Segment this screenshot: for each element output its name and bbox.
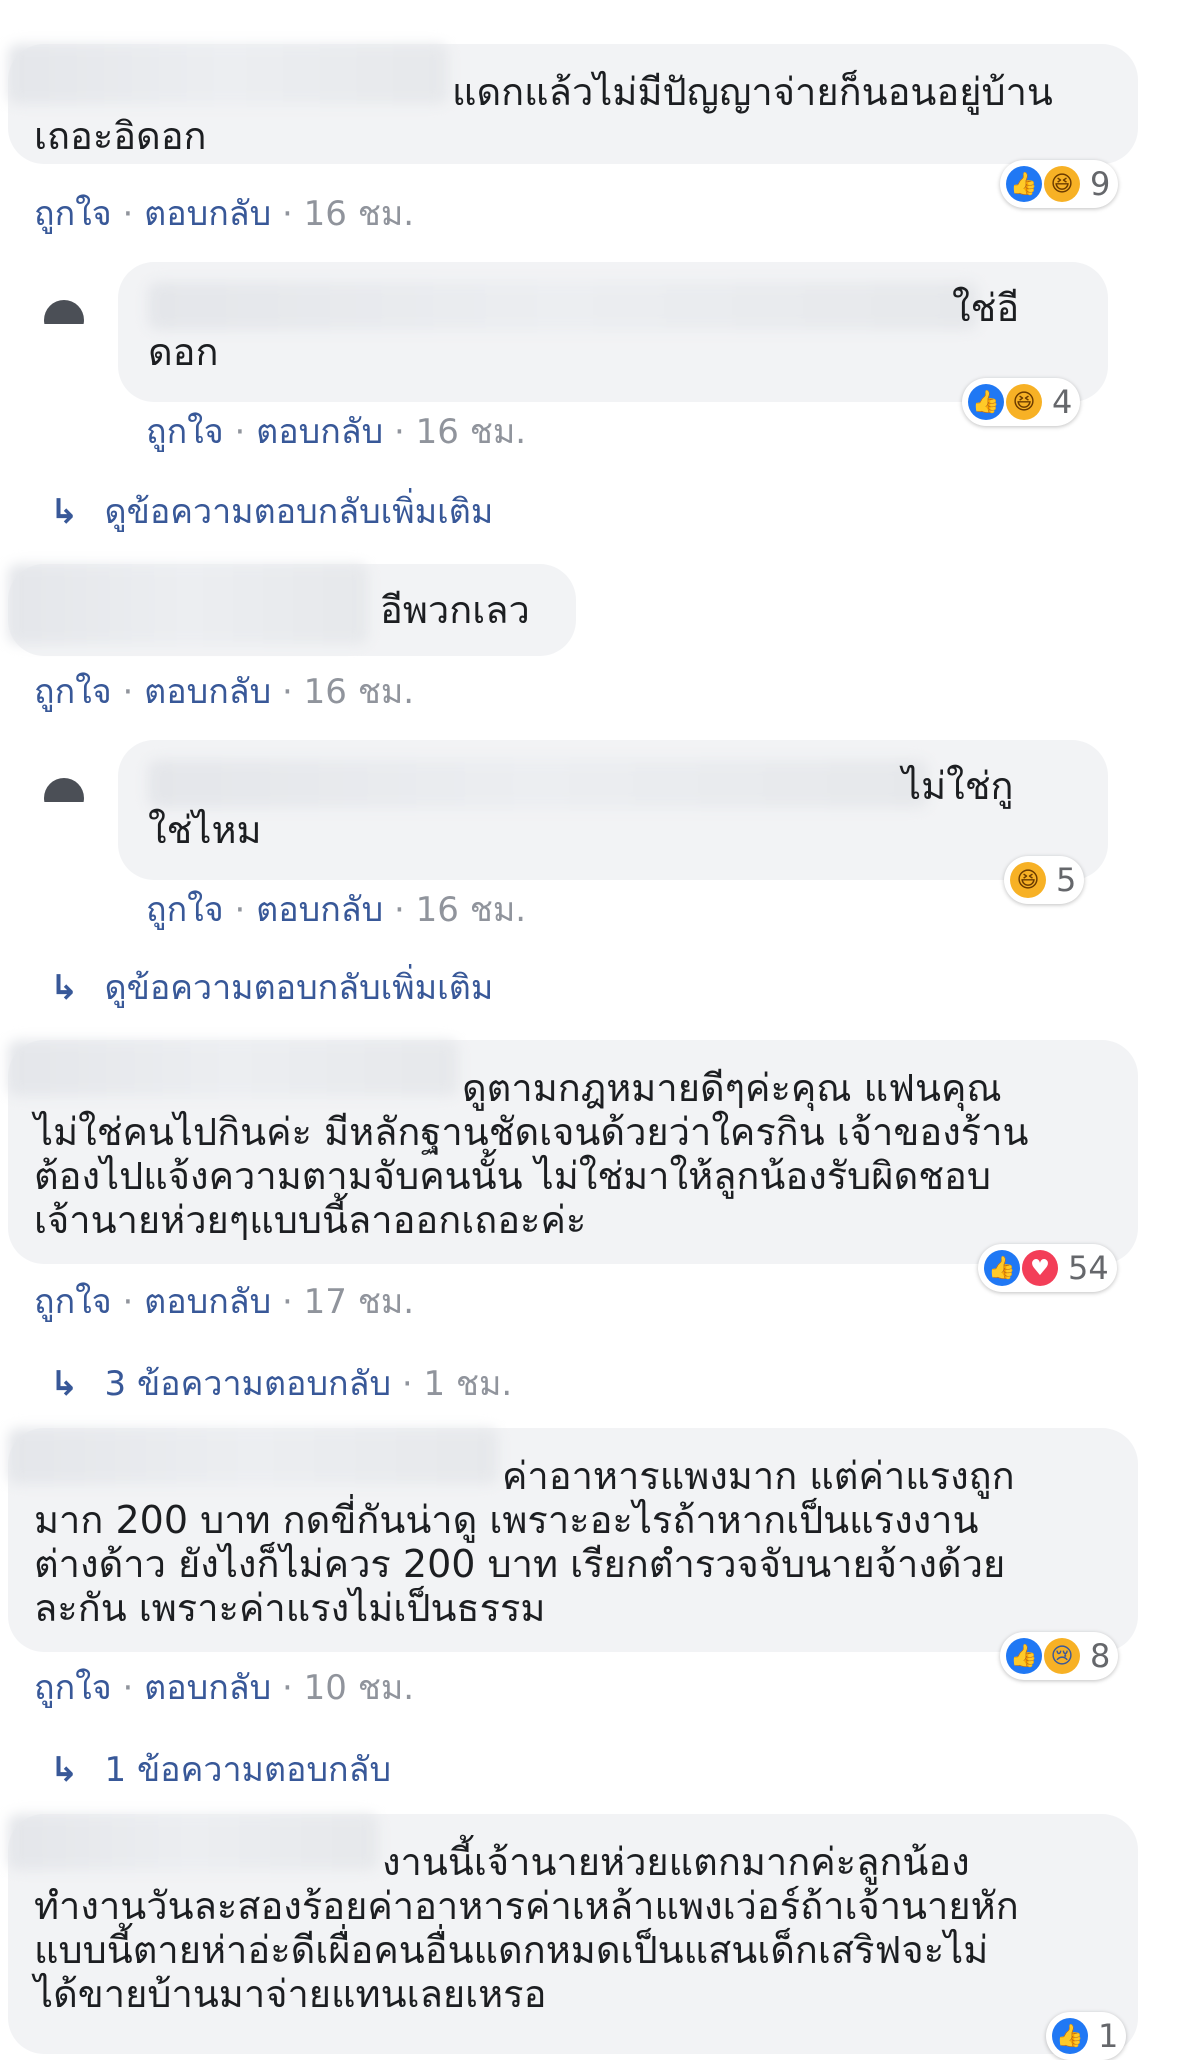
comment-bubble: แดกแล้วไม่มีปัญญาจ่ายก็นอนอยู่บ้าน เถอะอิ… xyxy=(8,44,1138,164)
reply-link[interactable]: ตอบกลับ xyxy=(144,194,271,234)
haha-icon: 😆 xyxy=(1044,166,1080,202)
reaction-count: 54 xyxy=(1068,1249,1109,1287)
reply-arrow-icon: ↳ xyxy=(50,1750,79,1790)
comment-actions: ถูกใจ · ตอบกลับ · 16 ชม. xyxy=(34,672,415,712)
timestamp[interactable]: 16 ชม. xyxy=(416,412,526,452)
reaction-count: 8 xyxy=(1090,1637,1111,1675)
like-link[interactable]: ถูกใจ xyxy=(34,1668,112,1708)
view-more-label: ดูข้อความตอบกลับเพิ่มเติม xyxy=(104,492,494,532)
avatar[interactable] xyxy=(44,300,84,324)
like-link[interactable]: ถูกใจ xyxy=(34,194,112,234)
reply-link[interactable]: ตอบกลับ xyxy=(144,1282,271,1322)
reply-link[interactable]: ตอบกลับ xyxy=(144,1668,271,1708)
reaction-summary[interactable]: 👍 😆 4 xyxy=(962,378,1081,426)
reaction-count: 9 xyxy=(1090,165,1111,203)
comment-text: ไม่ใช่กู ใช่ไหม xyxy=(148,764,1014,852)
view-more-label: ดูข้อความตอบกลับเพิ่มเติม xyxy=(104,968,494,1008)
comment-text: ค่าอาหารแพงมาก แต่ค่าแรงถูก มาก 200 บาท ก… xyxy=(34,1454,1015,1630)
haha-icon: 😆 xyxy=(1006,384,1042,420)
comment-actions: ถูกใจ · ตอบกลับ · 16 ชม. xyxy=(34,194,415,234)
reaction-summary[interactable]: 👍 ♥ 54 xyxy=(978,1244,1117,1292)
like-link[interactable]: ถูกใจ xyxy=(146,890,224,930)
reply-arrow-icon: ↳ xyxy=(50,492,79,532)
reaction-summary[interactable]: 👍 😢 8 xyxy=(1000,1632,1119,1680)
sad-icon: 😢 xyxy=(1044,1638,1080,1674)
redacted-name xyxy=(8,564,368,644)
comment-actions: ถูกใจ · ตอบกลับ · 17 ชม. xyxy=(34,1282,415,1322)
comment-actions: ถูกใจ · ตอบกลับ · 16 ชม. xyxy=(146,412,527,452)
comment-bubble: ค่าอาหารแพงมาก แต่ค่าแรงถูก มาก 200 บาท ก… xyxy=(8,1428,1138,1652)
reaction-count: 1 xyxy=(1098,2017,1119,2055)
comment-text: แดกแล้วไม่มีปัญญาจ่ายก็นอนอยู่บ้าน เถอะอิ… xyxy=(34,70,1053,158)
reply-link[interactable]: ตอบกลับ xyxy=(256,890,383,930)
view-replies-label: 1 ข้อความตอบกลับ xyxy=(104,1750,392,1790)
reaction-count: 4 xyxy=(1052,383,1073,421)
view-more-replies[interactable]: ↳ ดูข้อความตอบกลับเพิ่มเติม xyxy=(50,960,493,1014)
view-replies[interactable]: ↳ 1 ข้อความตอบกลับ xyxy=(50,1742,391,1796)
comment-actions: ถูกใจ · ตอบกลับ · 10 ชม. xyxy=(34,1668,415,1708)
love-icon: ♥ xyxy=(1022,1250,1058,1286)
haha-icon: 😆 xyxy=(1010,862,1046,898)
like-link[interactable]: ถูกใจ xyxy=(34,1282,112,1322)
comment-text: อีพวกเลว xyxy=(380,588,530,632)
timestamp[interactable]: 16 ชม. xyxy=(416,890,526,930)
like-link[interactable]: ถูกใจ xyxy=(146,412,224,452)
thumbs-up-icon: 👍 xyxy=(1006,1638,1042,1674)
comment-bubble: งานนี้เจ้านายห่วยแตกมากค่ะลูกน้อง ทำงานวั… xyxy=(8,1814,1138,2054)
view-replies-label: 3 ข้อความตอบกลับ xyxy=(104,1364,392,1404)
view-more-replies[interactable]: ↳ ดูข้อความตอบกลับเพิ่มเติม xyxy=(50,484,493,538)
thumbs-up-icon: 👍 xyxy=(968,384,1004,420)
comment-actions: ถูกใจ · ตอบกลับ · 16 ชม. xyxy=(146,890,527,930)
comment-bubble: ดูตามกฎหมายดีๆค่ะคุณ แฟนคุณ ไม่ใช่คนไปกิน… xyxy=(8,1040,1138,1264)
reply-link[interactable]: ตอบกลับ xyxy=(256,412,383,452)
thumbs-up-icon: 👍 xyxy=(984,1250,1020,1286)
reply-timestamp: 1 ชม. xyxy=(423,1364,513,1404)
comment-bubble: อีพวกเลว xyxy=(8,564,576,656)
timestamp[interactable]: 16 ชม. xyxy=(304,194,414,234)
reply-arrow-icon: ↳ xyxy=(50,968,79,1008)
reply-arrow-icon: ↳ xyxy=(50,1364,79,1404)
thumbs-up-icon: 👍 xyxy=(1006,166,1042,202)
timestamp[interactable]: 17 ชม. xyxy=(304,1282,414,1322)
reply-link[interactable]: ตอบกลับ xyxy=(144,672,271,712)
avatar[interactable] xyxy=(118,0,146,8)
comment-bubble: ไม่ใช่กู ใช่ไหม xyxy=(118,740,1108,880)
thumbs-up-icon: 👍 xyxy=(1052,2018,1088,2054)
comment-bubble: ใช่อี ดอก xyxy=(118,262,1108,402)
like-link[interactable]: ถูกใจ xyxy=(34,672,112,712)
timestamp[interactable]: 10 ชม. xyxy=(304,1668,414,1708)
timestamp[interactable]: 16 ชม. xyxy=(304,672,414,712)
comment-text: ใช่อี ดอก xyxy=(148,286,1020,374)
reaction-count: 5 xyxy=(1056,861,1077,899)
reaction-summary[interactable]: 👍 1 xyxy=(1046,2012,1127,2060)
reaction-summary[interactable]: 😆 5 xyxy=(1004,856,1085,904)
reaction-summary[interactable]: 👍 😆 9 xyxy=(1000,160,1119,208)
comment-text: ดูตามกฎหมายดีๆค่ะคุณ แฟนคุณ ไม่ใช่คนไปกิน… xyxy=(34,1066,1029,1242)
view-replies[interactable]: ↳ 3 ข้อความตอบกลับ · 1 ชม. xyxy=(50,1356,512,1410)
comment-text: งานนี้เจ้านายห่วยแตกมากค่ะลูกน้อง ทำงานวั… xyxy=(34,1840,1019,2016)
avatar[interactable] xyxy=(44,778,84,802)
